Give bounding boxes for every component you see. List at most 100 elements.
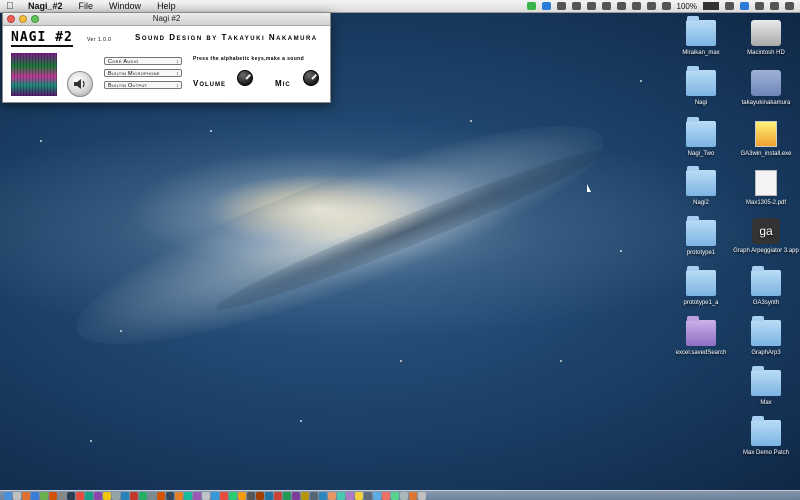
dock-app-icon[interactable]	[175, 491, 183, 500]
dock-app-icon[interactable]	[373, 491, 381, 500]
dock-app-icon[interactable]	[49, 491, 57, 500]
menu-app-name[interactable]: Nagi_#2	[20, 0, 71, 12]
spotlight-search-icon[interactable]	[770, 2, 779, 10]
volume-knob[interactable]	[237, 70, 253, 86]
dock-app-icon[interactable]	[265, 491, 273, 500]
status-app-icon[interactable]	[571, 2, 581, 10]
dock-app-icon[interactable]	[346, 491, 354, 500]
dock-app-icon[interactable]	[148, 491, 156, 500]
dock-trash-icon[interactable]	[418, 491, 426, 500]
dock-app-icon[interactable]	[13, 491, 21, 500]
desktop-ga3win-installer[interactable]: GA3win_install.exe	[733, 121, 799, 157]
close-icon[interactable]	[7, 15, 15, 23]
dock-app-icon[interactable]	[121, 491, 129, 500]
menu-window[interactable]: Window	[101, 0, 149, 12]
dock-app-icon[interactable]	[211, 491, 219, 500]
dock-app-icon[interactable]	[202, 491, 210, 500]
desktop-macintosh-hd[interactable]: Macintosh HD	[733, 20, 799, 56]
dock-app-icon[interactable]	[157, 491, 165, 500]
minimize-icon[interactable]	[19, 15, 27, 23]
menu-help[interactable]: Help	[149, 0, 184, 12]
dock-app-icon[interactable]	[112, 491, 120, 500]
dock-app-icon[interactable]	[40, 491, 48, 500]
desktop-folder-prototype1[interactable]: prototype1	[668, 216, 734, 256]
folder-icon	[686, 216, 716, 246]
time-machine-icon[interactable]	[616, 2, 626, 10]
clock-icon[interactable]	[725, 2, 734, 10]
desktop-excel-saved-search[interactable]: excel.savedSearch	[668, 316, 734, 356]
user-icon[interactable]	[755, 2, 764, 10]
dock-app-icon[interactable]	[238, 491, 246, 500]
speaker-icon	[74, 79, 85, 89]
desktop-folder-nagi[interactable]: Nagi	[668, 66, 734, 106]
dock-app-icon[interactable]	[319, 491, 327, 500]
audio-driver-select[interactable]: Core Audio ↕	[104, 57, 182, 65]
desktop-max-pdf[interactable]: Max1305-2.pdf	[733, 170, 799, 206]
dock-app-icon[interactable]	[337, 491, 345, 500]
mic-knob[interactable]	[303, 70, 319, 86]
dock-finder-icon[interactable]	[4, 491, 12, 500]
dock-app-icon[interactable]	[364, 491, 372, 500]
dock-app-icon[interactable]	[193, 491, 201, 500]
input-source-icon[interactable]	[740, 2, 749, 10]
menu-file[interactable]: File	[71, 0, 102, 12]
dock-app-icon[interactable]	[274, 491, 282, 500]
desktop-folder-nagi2[interactable]: Nagi2	[668, 166, 734, 206]
dock-app-icon[interactable]	[229, 491, 237, 500]
dock-app-icon[interactable]	[76, 491, 84, 500]
dock-app-icon[interactable]	[184, 491, 192, 500]
dock-app-icon[interactable]	[283, 491, 291, 500]
status-app-icon[interactable]	[586, 2, 596, 10]
apple-menu-icon[interactable]: 	[0, 1, 20, 12]
dock-app-icon[interactable]	[301, 491, 309, 500]
dock-app-icon[interactable]	[247, 491, 255, 500]
desktop-folder-prototype1-a[interactable]: prototype1_a	[668, 266, 734, 306]
dock-app-icon[interactable]	[391, 491, 399, 500]
battery-percent[interactable]: 100%	[677, 2, 697, 11]
desktop-folder-grapharp3[interactable]: GraphArp3	[733, 316, 799, 356]
dock-app-icon[interactable]	[310, 491, 318, 500]
dock-app-icon[interactable]	[139, 491, 147, 500]
star	[400, 360, 402, 362]
desktop-folder-max-demo-patch[interactable]: Max Demo Patch	[733, 416, 799, 456]
desktop-folder-nagi-two[interactable]: Nagi_Two	[668, 117, 734, 157]
speaker-button[interactable]	[67, 71, 93, 97]
dock-app-icon[interactable]	[94, 491, 102, 500]
battery-icon[interactable]	[703, 2, 719, 10]
dock-app-icon[interactable]	[256, 491, 264, 500]
dock-app-icon[interactable]	[166, 491, 174, 500]
twitter-icon[interactable]	[541, 2, 551, 10]
input-device-select[interactable]: Builtin Microphone ↕	[104, 69, 182, 77]
bluetooth-icon[interactable]	[631, 2, 641, 10]
dock-app-icon[interactable]	[22, 491, 30, 500]
dock-app-icon[interactable]	[67, 491, 75, 500]
dropbox-icon[interactable]	[556, 2, 566, 10]
notification-center-icon[interactable]	[785, 2, 794, 10]
dock-app-icon[interactable]	[220, 491, 228, 500]
desktop-graph-arpeggiator-app[interactable]: ga Graph Arpeggiator 3.app	[733, 218, 799, 254]
dock-app-icon[interactable]	[400, 491, 408, 500]
desktop-folder-max[interactable]: Max	[733, 366, 799, 406]
desktop-user-folder[interactable]: takayukinakamura	[733, 70, 799, 106]
wifi-icon[interactable]	[646, 2, 656, 10]
status-app-icon[interactable]	[526, 2, 536, 10]
desktop-folder-ga3synth[interactable]: GA3synth	[733, 266, 799, 306]
dock-app-icon[interactable]	[31, 491, 39, 500]
dock-app-icon[interactable]	[328, 491, 336, 500]
dock-app-icon[interactable]	[292, 491, 300, 500]
dock-app-icon[interactable]	[58, 491, 66, 500]
cloud-icon[interactable]	[601, 2, 611, 10]
volume-icon[interactable]	[661, 2, 671, 10]
zoom-icon[interactable]	[31, 15, 39, 23]
dock-app-icon[interactable]	[355, 491, 363, 500]
dock-app-icon[interactable]	[409, 491, 417, 500]
dock-app-icon[interactable]	[382, 491, 390, 500]
desktop-item-label: Macintosh HD	[747, 50, 785, 56]
window-titlebar[interactable]: Nagi #2	[3, 13, 330, 26]
dock-app-icon[interactable]	[130, 491, 138, 500]
output-device-select[interactable]: Builtin Output ↕	[104, 81, 182, 89]
dock-app-icon[interactable]	[103, 491, 111, 500]
desktop-folder-miraikan-max[interactable]: Miraikan_max	[668, 16, 734, 56]
dock-app-icon[interactable]	[85, 491, 93, 500]
desktop-item-label: GraphArp3	[751, 350, 781, 356]
